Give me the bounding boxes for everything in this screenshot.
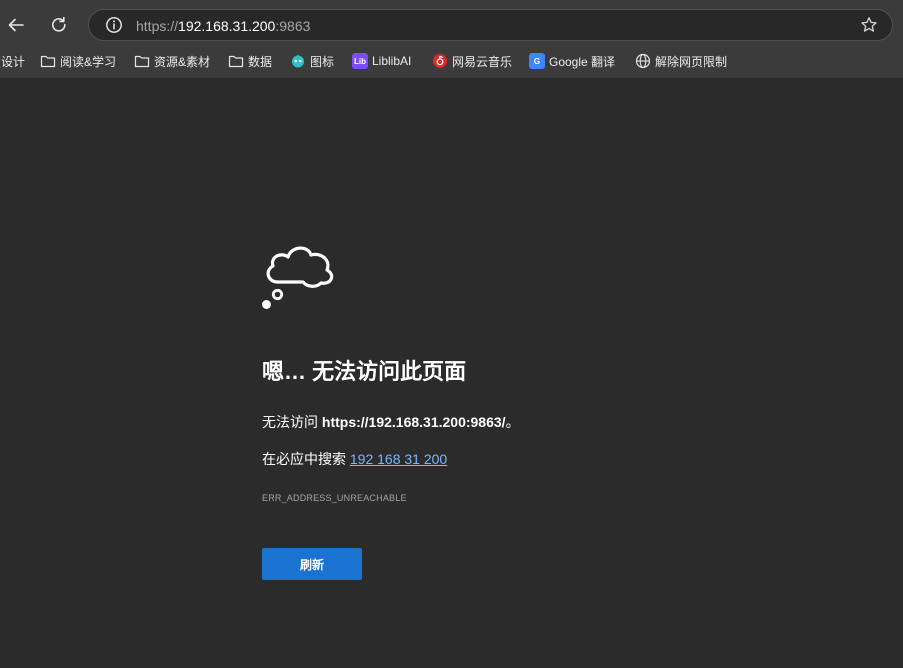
browser-toolbar: https://192.168.31.200:9863 xyxy=(0,0,903,50)
folder-icon xyxy=(134,53,150,69)
bing-search-link[interactable]: 192 168 31 200 xyxy=(350,451,447,467)
iconfont-icon xyxy=(290,53,306,69)
bookmark-folder-data[interactable]: 数据 xyxy=(228,50,272,72)
error-description: 无法访问 https://192.168.31.200:9863/。 xyxy=(262,413,520,431)
back-button[interactable] xyxy=(3,12,29,38)
info-icon[interactable] xyxy=(105,16,123,34)
search-suggestion: 在必应中搜索 192 168 31 200 xyxy=(262,450,447,468)
url-host: 192.168.31.200 xyxy=(178,18,276,34)
url-text[interactable]: https://192.168.31.200:9863 xyxy=(136,17,310,35)
liblib-icon: Lib xyxy=(352,53,368,69)
netease-music-icon xyxy=(432,53,448,69)
thought-cloud-icon xyxy=(262,246,334,309)
google-translate-icon: G xyxy=(529,53,545,69)
error-title: 嗯… 无法访问此页面 xyxy=(262,359,467,384)
bookmark-label: LiblibAI xyxy=(372,54,412,68)
address-bar[interactable]: https://192.168.31.200:9863 xyxy=(88,9,893,41)
bookmark-unlock-page[interactable]: 解除网页限制 xyxy=(635,50,727,72)
arrow-left-icon xyxy=(8,18,24,32)
error-url: https://192.168.31.200:9863/ xyxy=(321,414,506,430)
bookmark-liblibai[interactable]: Lib LiblibAI xyxy=(352,50,411,72)
bookmark-label: 网易云音乐 xyxy=(452,54,513,69)
bookmark-label: 数据 xyxy=(248,54,273,69)
reload-icon xyxy=(52,16,66,32)
bookmark-label: 图标 xyxy=(310,54,335,69)
globe-icon xyxy=(635,53,651,69)
search-suggestion-prefix: 在必应中搜索 xyxy=(262,451,350,467)
bookmark-label: Google 翻译 xyxy=(549,54,616,69)
google-translate-badge: G xyxy=(529,53,545,69)
bookmark-folder-resources[interactable]: 资源&素材 xyxy=(134,50,210,72)
bookmark-design[interactable]: 设计 xyxy=(1,50,25,72)
bookmark-folder-reading[interactable]: 阅读&学习 xyxy=(40,50,116,72)
url-port: :9863 xyxy=(275,18,311,34)
refresh-button[interactable]: 刷新 xyxy=(262,548,362,580)
url-scheme: https:// xyxy=(136,18,179,34)
bookmark-google-translate[interactable]: G Google 翻译 xyxy=(529,50,615,72)
bookmark-label: 阅读&学习 xyxy=(60,54,117,69)
error-code: ERR_ADDRESS_UNREACHABLE xyxy=(262,493,407,503)
liblib-badge: Lib xyxy=(352,53,368,69)
reload-button[interactable] xyxy=(46,12,72,38)
error-description-prefix: 无法访问 xyxy=(262,414,322,430)
bookmark-label: 资源&素材 xyxy=(154,54,211,69)
star-icon[interactable] xyxy=(860,16,878,34)
bookmarks-bar: 设计 阅读&学习 资源&素材 数据 图标 Lib LiblibAI 网易云音乐 … xyxy=(0,50,903,78)
folder-icon xyxy=(228,53,244,69)
bookmark-label: 解除网页限制 xyxy=(655,54,728,69)
bookmark-iconfont[interactable]: 图标 xyxy=(290,50,334,72)
bookmark-netease-music[interactable]: 网易云音乐 xyxy=(432,50,512,72)
bookmark-label: 设计 xyxy=(1,54,26,69)
folder-icon xyxy=(40,53,56,69)
error-description-suffix: 。 xyxy=(505,414,520,430)
